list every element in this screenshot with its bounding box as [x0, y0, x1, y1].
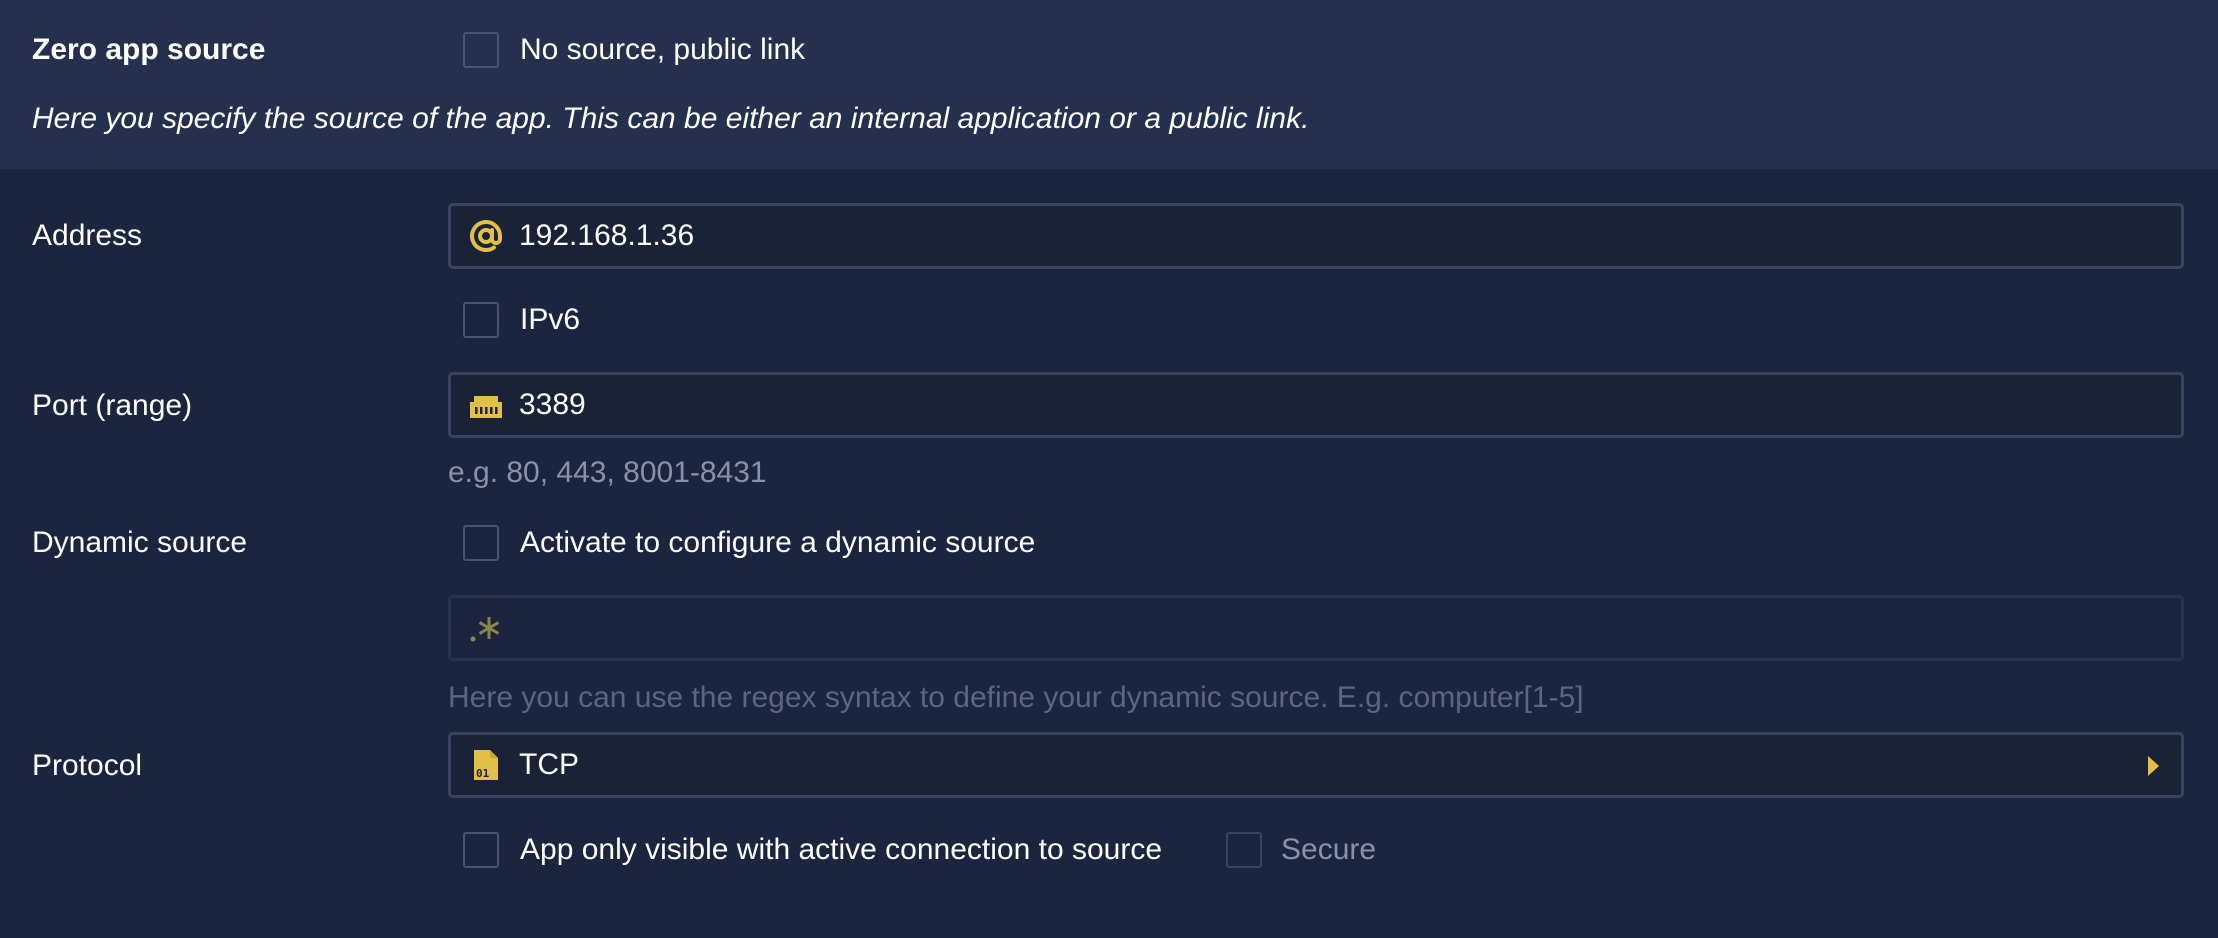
zero-app-source-form: Zero app source No source, public link H…	[0, 0, 2218, 938]
dynamic-source-checkbox-label[interactable]: Activate to configure a dynamic source	[520, 523, 1035, 563]
dynamic-source-hint: Here you can use the regex syntax to def…	[448, 681, 1584, 714]
secure-label[interactable]: Secure	[1281, 830, 1376, 870]
svg-text:01: 01	[476, 767, 490, 780]
active-connection-label[interactable]: App only visible with active connection …	[520, 830, 1162, 870]
address-value: 192.168.1.36	[519, 219, 695, 252]
active-connection-checkbox[interactable]	[463, 832, 499, 868]
source-header: Zero app source No source, public link H…	[0, 0, 2218, 169]
section-description: Here you specify the source of the app. …	[32, 102, 1310, 135]
dynamic-source-input[interactable]	[448, 595, 2184, 661]
chevron-right-icon[interactable]	[2148, 756, 2159, 776]
address-input[interactable]: 192.168.1.36	[448, 203, 2184, 269]
binary-file-icon: 01	[469, 748, 503, 782]
ipv6-checkbox[interactable]	[463, 302, 499, 338]
ethernet-port-icon	[469, 388, 503, 422]
port-hint: e.g. 80, 443, 8001-8431	[448, 456, 767, 489]
section-title: Zero app source	[32, 33, 266, 66]
secure-checkbox[interactable]	[1226, 832, 1262, 868]
ipv6-label[interactable]: IPv6	[520, 300, 580, 340]
port-label: Port (range)	[32, 389, 193, 422]
address-label: Address	[32, 219, 143, 252]
no-source-label[interactable]: No source, public link	[520, 30, 805, 70]
dynamic-source-label: Dynamic source	[32, 526, 248, 559]
at-icon	[469, 219, 503, 253]
protocol-select[interactable]: 01 TCP	[448, 732, 2184, 798]
protocol-value: TCP	[519, 748, 579, 781]
port-value: 3389	[519, 388, 586, 421]
dynamic-source-checkbox[interactable]	[463, 525, 499, 561]
regex-icon	[469, 611, 503, 645]
protocol-label: Protocol	[32, 749, 143, 782]
no-source-checkbox[interactable]	[463, 32, 499, 68]
port-input[interactable]: 3389	[448, 372, 2184, 438]
